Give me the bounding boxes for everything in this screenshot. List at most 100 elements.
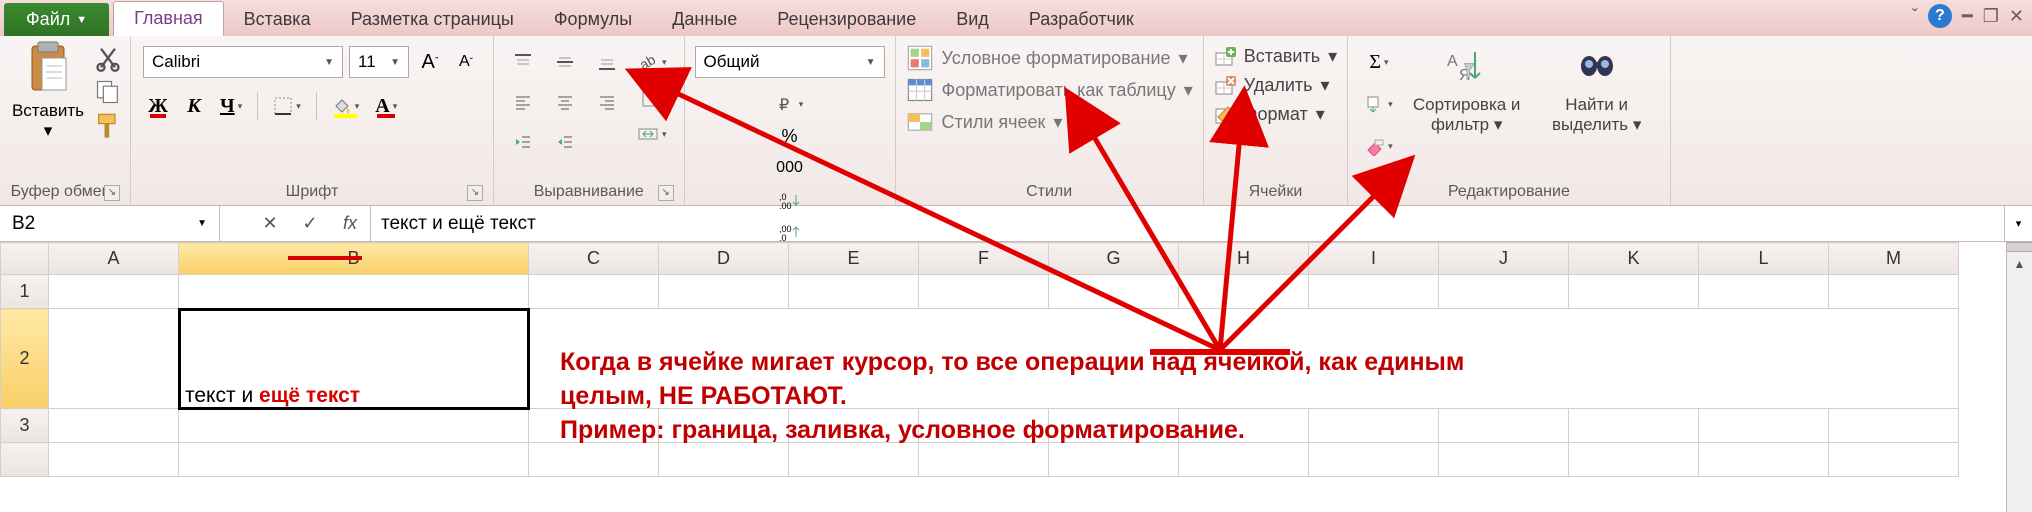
column-header[interactable]: I — [1309, 243, 1439, 275]
cell[interactable] — [1179, 409, 1309, 443]
cell[interactable] — [659, 275, 789, 309]
cell[interactable] — [49, 275, 179, 309]
tab-insert[interactable]: Вставка — [224, 3, 331, 36]
tab-developer[interactable]: Разработчик — [1009, 3, 1154, 36]
tab-review[interactable]: Рецензирование — [757, 3, 936, 36]
column-header[interactable]: G — [1049, 243, 1179, 275]
cell[interactable] — [1829, 275, 1959, 309]
cell-styles-button[interactable]: Стили ячеек▾ — [906, 110, 1193, 134]
window-close-icon[interactable]: ✕ — [2009, 6, 2024, 27]
underline-button[interactable]: Ч▾ — [215, 90, 247, 122]
conditional-formatting-button[interactable]: Условное форматирование▾ — [906, 46, 1193, 70]
accounting-format-button[interactable]: ₽▾ — [695, 88, 885, 120]
cell[interactable] — [179, 409, 529, 443]
clear-button[interactable]: ▾ — [1360, 130, 1398, 162]
cell[interactable] — [919, 275, 1049, 309]
scroll-up-icon[interactable]: ▲ — [2007, 252, 2032, 276]
column-header[interactable]: M — [1829, 243, 1959, 275]
cell[interactable] — [529, 443, 659, 477]
italic-button[interactable]: К — [179, 90, 209, 122]
row-header[interactable] — [1, 443, 49, 477]
cell[interactable] — [529, 309, 1959, 409]
bold-button[interactable]: Ж — [143, 90, 173, 122]
format-cells-button[interactable]: Формат▾ — [1214, 104, 1337, 125]
cell[interactable] — [1699, 443, 1829, 477]
cell[interactable] — [529, 275, 659, 309]
cell[interactable] — [1829, 443, 1959, 477]
paste-button[interactable]: Вставить ▾ — [8, 40, 88, 141]
vertical-scrollbar[interactable]: ▲ — [2006, 242, 2032, 512]
align-top-button[interactable] — [504, 46, 542, 78]
cell[interactable] — [1439, 409, 1569, 443]
tab-formulas[interactable]: Формулы — [534, 3, 652, 36]
grow-font-button[interactable]: Aˆ — [415, 46, 445, 78]
insert-cells-button[interactable]: Вставить▾ — [1214, 46, 1337, 67]
tab-view[interactable]: Вид — [936, 3, 1009, 36]
expand-formula-bar-button[interactable]: ▾ — [2004, 206, 2032, 241]
number-format-combo[interactable]: Общий▼ — [695, 46, 885, 78]
shrink-font-button[interactable]: Aˇ — [451, 46, 481, 78]
increase-indent-button[interactable] — [546, 126, 584, 158]
dialog-launcher-icon[interactable]: ↘ — [104, 185, 120, 201]
align-center-button[interactable] — [546, 86, 584, 118]
cell[interactable] — [1699, 275, 1829, 309]
cell[interactable] — [1179, 275, 1309, 309]
cell[interactable] — [1049, 443, 1179, 477]
column-header[interactable]: B — [179, 243, 529, 275]
cell[interactable] — [1309, 409, 1439, 443]
tab-file[interactable]: Файл ▼ — [4, 3, 109, 36]
borders-button[interactable]: ▾ — [268, 90, 306, 122]
cell[interactable] — [1049, 275, 1179, 309]
align-right-button[interactable] — [588, 86, 626, 118]
comma-style-button[interactable]: 000 — [695, 152, 885, 184]
cell[interactable] — [1569, 409, 1699, 443]
cell[interactable] — [789, 275, 919, 309]
cell[interactable] — [179, 275, 529, 309]
cell[interactable] — [919, 443, 1049, 477]
row-header[interactable]: 2 — [1, 309, 49, 409]
format-painter-icon[interactable] — [94, 114, 122, 138]
cell[interactable] — [529, 409, 659, 443]
cell[interactable] — [179, 443, 529, 477]
cell[interactable] — [1699, 409, 1829, 443]
autosum-button[interactable]: Σ▾ — [1360, 46, 1398, 78]
cell[interactable] — [49, 309, 179, 409]
merge-center-button[interactable]: ▾ — [632, 118, 672, 150]
tab-data[interactable]: Данные — [652, 3, 757, 36]
cell-editing[interactable]: текст и ещё текст — [179, 309, 529, 409]
align-bottom-button[interactable] — [588, 46, 626, 78]
column-header[interactable]: E — [789, 243, 919, 275]
cell[interactable] — [1569, 275, 1699, 309]
column-header[interactable]: A — [49, 243, 179, 275]
insert-function-button[interactable]: fx — [330, 213, 370, 234]
cell[interactable] — [1179, 443, 1309, 477]
help-icon[interactable]: ? — [1928, 4, 1952, 28]
cell[interactable] — [659, 409, 789, 443]
cell[interactable] — [1439, 275, 1569, 309]
formula-input[interactable]: текст и ещё текст — [371, 206, 2004, 241]
cell[interactable] — [1049, 409, 1179, 443]
cell[interactable] — [1309, 275, 1439, 309]
cell[interactable] — [789, 443, 919, 477]
column-header[interactable]: L — [1699, 243, 1829, 275]
tab-layout[interactable]: Разметка страницы — [331, 3, 534, 36]
cell[interactable] — [659, 443, 789, 477]
column-header[interactable]: F — [919, 243, 1049, 275]
fill-color-button[interactable]: ▾ — [327, 90, 365, 122]
orientation-button[interactable]: ab▾ — [632, 46, 672, 78]
align-middle-button[interactable] — [546, 46, 584, 78]
copy-icon[interactable] — [94, 80, 122, 104]
row-header[interactable]: 3 — [1, 409, 49, 443]
delete-cells-button[interactable]: Удалить▾ — [1214, 75, 1337, 96]
font-name-combo[interactable]: Calibri▼ — [143, 46, 343, 78]
column-header[interactable]: K — [1569, 243, 1699, 275]
increase-decimal-button[interactable]: ,0,00 — [695, 184, 885, 216]
ribbon-minimize-icon[interactable]: ˇ — [1912, 6, 1918, 27]
column-header[interactable]: H — [1179, 243, 1309, 275]
column-header[interactable]: C — [529, 243, 659, 275]
font-size-combo[interactable]: 11▼ — [349, 46, 409, 78]
format-as-table-button[interactable]: Форматировать как таблицу▾ — [906, 78, 1193, 102]
cancel-button[interactable]: ✕ — [250, 213, 290, 234]
sort-filter-button[interactable]: АЯ Сортировка и фильтр ▾ — [1402, 40, 1532, 135]
cell[interactable] — [1569, 443, 1699, 477]
